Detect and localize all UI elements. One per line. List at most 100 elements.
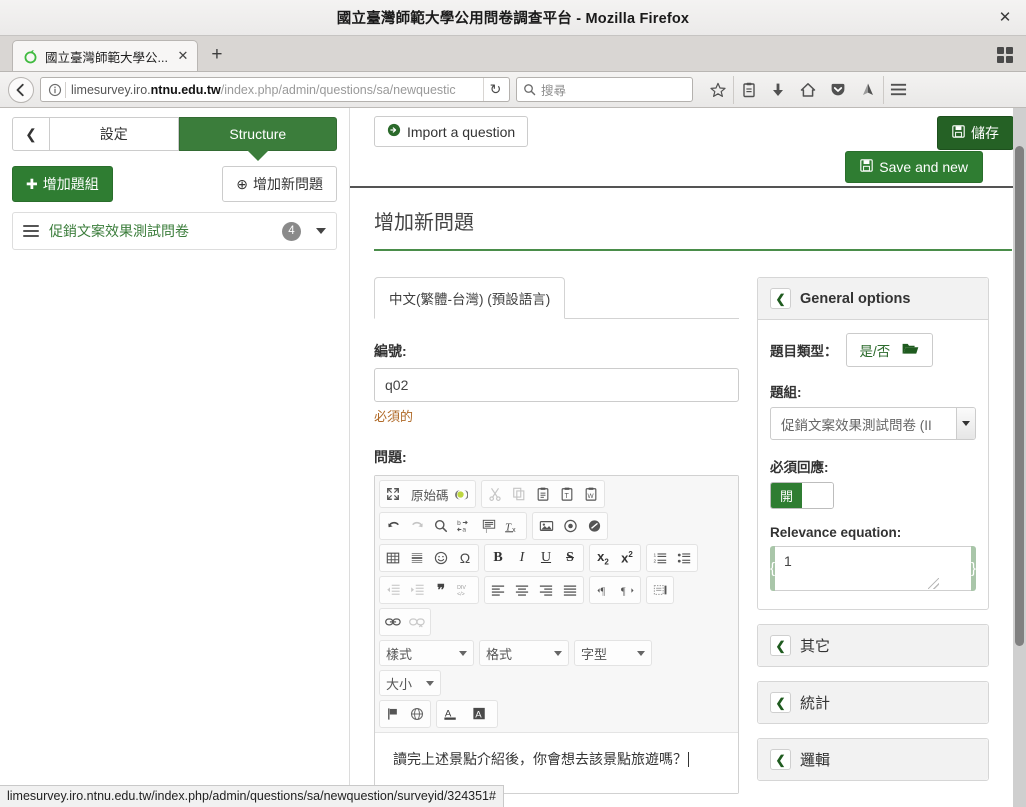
page-scrollbar-thumb[interactable] — [1015, 146, 1024, 646]
align-right-icon[interactable] — [534, 578, 558, 602]
library-icon[interactable] — [733, 75, 763, 104]
drag-handle-icon[interactable] — [23, 225, 39, 237]
link-icon[interactable] — [381, 610, 405, 634]
subscript-icon[interactable]: x2 — [591, 546, 615, 570]
panel-statistics-header[interactable]: ❮ 統計 — [758, 682, 988, 723]
blockquote-icon[interactable]: ❞ — [429, 578, 453, 602]
question-code-input[interactable] — [374, 368, 739, 402]
panel-logic-header[interactable]: ❮ 邏輯 — [758, 739, 988, 780]
downloads-icon[interactable] — [763, 76, 793, 104]
page-scrollbar-track[interactable] — [1013, 108, 1026, 807]
question-group-select[interactable]: 促銷文案效果測試問卷 (II — [770, 407, 976, 440]
grid-view-icon[interactable] — [994, 44, 1016, 66]
question-text-editable[interactable]: 讀完上述景點介紹後，你會想去該景點旅遊嗎？ — [375, 733, 738, 793]
copy-icon[interactable] — [507, 482, 531, 506]
outdent-icon[interactable] — [381, 578, 405, 602]
paste-icon[interactable] — [531, 482, 555, 506]
indent-icon[interactable] — [405, 578, 429, 602]
replace-icon[interactable]: ba — [453, 514, 477, 538]
site-info-icon[interactable] — [46, 81, 63, 98]
pocket-icon[interactable] — [823, 76, 853, 104]
paste-from-word-icon[interactable]: W — [579, 482, 603, 506]
editor-toolbar: 原始碼 ❨❩ — [375, 476, 738, 733]
strikethrough-icon[interactable]: S — [558, 546, 582, 570]
question-main-column: 中文(繁體-台灣) (預設語言) 編號: 必須的 問題: — [374, 277, 739, 794]
add-question-group-button[interactable]: ✚ 增加題組 — [12, 166, 113, 202]
format-combo[interactable]: 格式 — [479, 640, 569, 666]
language-globe-icon[interactable] — [405, 702, 429, 726]
redo-icon[interactable] — [405, 514, 429, 538]
list-item[interactable]: 促銷文案效果測試問卷 4 — [12, 212, 337, 250]
numbered-list-icon[interactable]: 12 — [648, 546, 672, 570]
back-button[interactable] — [8, 76, 34, 103]
browser-tab[interactable]: 國立臺灣師範大學公... ✕ — [12, 40, 198, 71]
bookmark-flag-icon[interactable] — [381, 702, 405, 726]
styles-combo[interactable]: 樣式 — [379, 640, 474, 666]
justify-icon[interactable] — [558, 578, 582, 602]
fontsize-combo[interactable]: 大小 — [379, 670, 441, 696]
remove-format-icon[interactable]: Tx — [501, 514, 525, 538]
relevance-equation-input[interactable] — [775, 546, 972, 591]
new-tab-button[interactable]: + — [202, 40, 232, 70]
url-bar[interactable]: limesurvey.iro.ntnu.edu.tw/index.php/adm… — [40, 77, 510, 102]
search-bar[interactable]: 搜尋 — [516, 77, 693, 102]
align-left-icon[interactable] — [486, 578, 510, 602]
underline-icon[interactable]: U — [534, 546, 558, 570]
bold-icon[interactable]: B — [486, 546, 510, 570]
paste-text-icon[interactable]: T — [555, 482, 579, 506]
unlink-icon[interactable] — [405, 610, 429, 634]
source-icon[interactable]: 原始碼 ❨❩ — [405, 482, 474, 506]
panel-general-options-header[interactable]: ❮ General options — [758, 278, 988, 320]
find-icon[interactable] — [429, 514, 453, 538]
hamburger-menu-icon[interactable] — [883, 75, 913, 104]
tab-close-icon[interactable]: ✕ — [175, 48, 191, 64]
chevron-left-icon[interactable]: ❮ — [770, 288, 791, 309]
question-group-name[interactable]: 促銷文案效果測試問卷 — [49, 221, 272, 241]
horizontal-rule-icon[interactable] — [405, 546, 429, 570]
align-center-icon[interactable] — [510, 578, 534, 602]
bookmark-star-icon[interactable] — [703, 76, 733, 104]
select-all-icon[interactable]: I — [477, 514, 501, 538]
sync-account-icon[interactable] — [853, 76, 883, 104]
window-close-icon[interactable]: ✕ — [994, 7, 1016, 29]
table-icon[interactable] — [381, 546, 405, 570]
bulleted-list-icon[interactable] — [672, 546, 696, 570]
special-character-icon[interactable]: Ω — [453, 546, 477, 570]
panel-other-header[interactable]: ❮ 其它 — [758, 625, 988, 666]
question-type-button[interactable]: 是/否 — [845, 333, 934, 367]
save-button[interactable]: 儲存 — [937, 116, 1014, 150]
undo-icon[interactable] — [381, 514, 405, 538]
chevron-left-icon[interactable]: ❮ — [770, 749, 791, 770]
svg-text:2: 2 — [653, 559, 656, 565]
maximize-icon[interactable] — [381, 482, 405, 506]
import-question-button[interactable]: Import a question — [374, 116, 529, 147]
tab-language-default[interactable]: 中文(繁體-台灣) (預設語言) — [374, 277, 566, 319]
url-domain: ntnu.edu.tw — [150, 82, 221, 97]
add-new-question-button[interactable]: ⊕ 增加新問題 — [222, 166, 337, 202]
show-blocks-icon[interactable] — [648, 578, 672, 602]
font-combo[interactable]: 字型 — [574, 640, 652, 666]
background-color-icon[interactable]: A — [467, 702, 496, 726]
sidebar-tab-settings[interactable]: 設定 — [50, 117, 179, 151]
reload-icon[interactable]: ↻ — [483, 78, 507, 101]
mandatory-toggle[interactable]: 開 — [770, 482, 834, 509]
div-container-icon[interactable]: DIV </> — [453, 578, 477, 602]
sidebar-tab-structure[interactable]: Structure — [178, 117, 337, 161]
save-and-new-button[interactable]: Save and new — [845, 151, 983, 183]
cut-icon[interactable] — [483, 482, 507, 506]
smiley-icon[interactable] — [429, 546, 453, 570]
ltr-icon[interactable]: ¶ — [591, 578, 615, 602]
chevron-left-icon[interactable]: ❮ — [770, 635, 791, 656]
image-icon[interactable] — [534, 514, 558, 538]
panel-other: ❮ 其它 — [757, 624, 989, 667]
superscript-icon[interactable]: x2 — [615, 546, 639, 570]
rtl-icon[interactable]: ¶ — [615, 578, 639, 602]
media-embed-icon[interactable] — [558, 514, 582, 538]
sidebar-collapse-button[interactable]: ❮ — [12, 117, 50, 151]
flash-icon[interactable] — [582, 514, 606, 538]
chevron-left-icon[interactable]: ❮ — [770, 692, 791, 713]
home-icon[interactable] — [793, 76, 823, 104]
chevron-down-icon[interactable] — [316, 228, 326, 234]
italic-icon[interactable]: I — [510, 546, 534, 570]
text-color-icon[interactable]: A — [438, 702, 467, 726]
